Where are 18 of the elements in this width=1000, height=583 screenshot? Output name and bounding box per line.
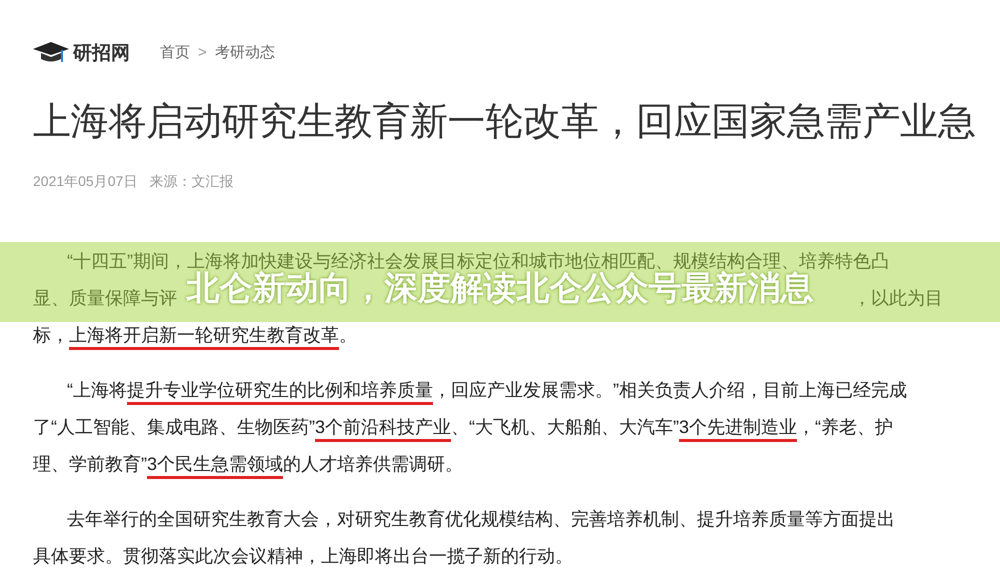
graduation-cap-icon: [33, 42, 69, 64]
paragraph-line: 理、学前教育”3个民生急需领域的人才培养供需调研。: [33, 451, 464, 478]
breadcrumb-link[interactable]: 首页: [160, 42, 190, 64]
paragraph-line: “上海将提升专业学位研究生的比例和培养质量，回应产业发展需求。”相关负责人介绍，目前上海已经完成: [67, 377, 907, 404]
paragraph-line: 了“人工智能、集成电路、生物医药”3个前沿科技产业、“大飞机、大船舶、大汽车”3个先进制造业，“养老、护: [33, 414, 894, 441]
article-date: 2021年05月07日: [33, 172, 138, 191]
paragraph-line: “十四五”期间，上海将加快建设与经济社会发展目标定位和城市地位相匹配、规模结构合理、培养特色凸: [67, 250, 889, 271]
banner-title: 北仑新动向，深度解读北仑公众号最新消息: [186, 270, 814, 304]
article-title: 上海将启动研究生教育新一轮改革，回应国家急需产业急: [33, 100, 977, 145]
site-logo-text: 研招网: [73, 40, 130, 66]
paragraph-line: 显、质量保障与评: [33, 287, 177, 310]
article-source: 来源：文汇报: [149, 172, 234, 191]
breadcrumb-link[interactable]: 考研动态: [214, 42, 275, 64]
paragraph-line: 标，上海将开启新一轮研究生教育改革。: [33, 322, 357, 349]
paragraph-line: 去年举行的全国研究生教育大会，对研究生教育优化规模结构、完善培养机制、提升培养质量等方面提出: [67, 508, 895, 531]
paragraph-line: ，以此为目: [853, 287, 943, 310]
breadcrumb-separator: >: [198, 42, 207, 63]
paragraph-line: 具体要求。贯彻落实此次会议精神，上海即将出台一揽子新的行动。: [33, 545, 573, 568]
